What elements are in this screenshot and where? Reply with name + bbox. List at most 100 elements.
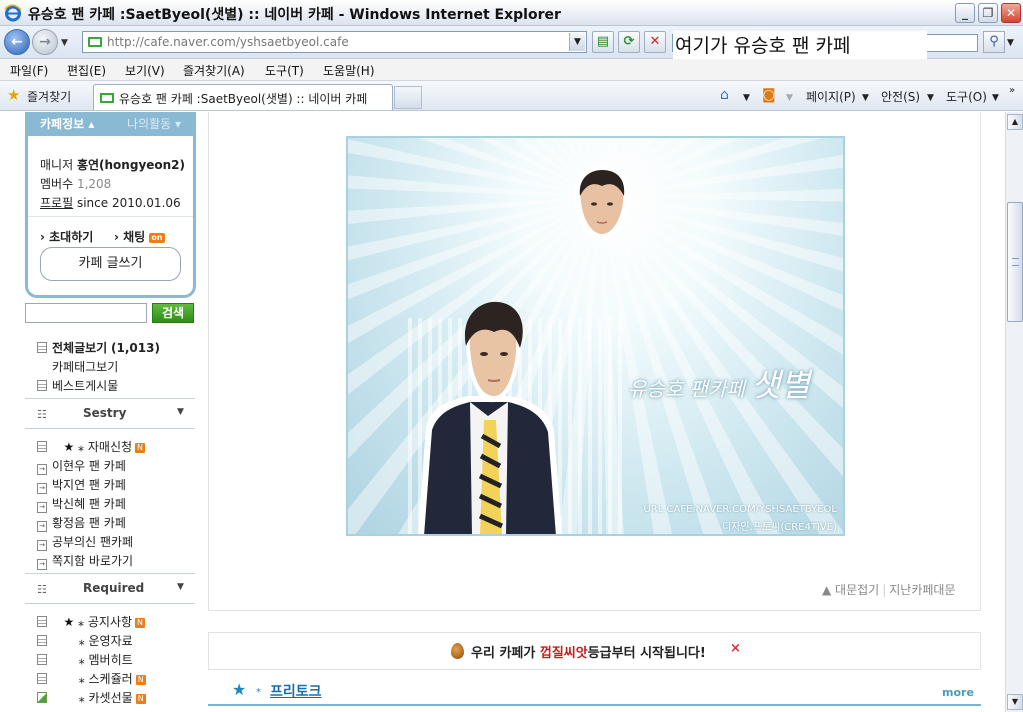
info-divider <box>28 216 193 217</box>
document-icon <box>37 673 47 684</box>
manager-name[interactable]: 홍연(hongyeon2) <box>77 158 185 172</box>
chat-link[interactable]: › 채팅 on <box>114 228 165 245</box>
recent-pages-dropdown[interactable]: ▼ <box>61 38 68 48</box>
write-post-button[interactable]: 카페 글쓰기 <box>40 247 181 281</box>
address-box[interactable]: ▼ <box>82 31 587 53</box>
board-item[interactable]: ⁎ 스케쥴러 N <box>37 670 146 687</box>
menu-file[interactable]: 파일(F) <box>10 62 48 79</box>
board-item[interactable]: ⁎ 멤버히트 <box>37 651 133 668</box>
tab-cafe-info[interactable]: 카페정보 ▴ <box>40 115 94 132</box>
star-icon: ★ <box>63 440 75 454</box>
tag-view-link[interactable]: 카페태그보기 <box>52 358 118 375</box>
safety-menu-dropdown[interactable]: ▼ <box>927 90 934 106</box>
stop-icon[interactable]: ✕ <box>644 31 666 53</box>
board-item[interactable]: → 박지연 팬 카페 <box>37 476 126 494</box>
toolbar-overflow-icon[interactable]: » <box>1009 83 1015 99</box>
group-required-header[interactable]: ☷ Required ▼ <box>25 574 195 604</box>
board-notice[interactable]: ★ ⁎ 공지사항 N <box>37 613 146 630</box>
divider <box>25 603 195 604</box>
board-item[interactable]: → 황정음 팬 카페 <box>37 514 126 532</box>
fold-banner-link[interactable]: ▲ 대문접기 <box>822 583 879 597</box>
tab-favicon-icon <box>100 93 114 103</box>
cafe-search-input[interactable] <box>25 303 147 323</box>
scroll-up-button[interactable]: ▲ <box>1007 114 1023 130</box>
link-icon: → <box>37 464 47 475</box>
banner-links: ▲ 대문접기 | 지난카페대문 <box>822 583 956 597</box>
window-titlebar: 유승호 팬 카페 :SaetByeol(샛별) :: 네이버 카페 - Wind… <box>0 0 1023 26</box>
chevron-down-icon: ▼ <box>177 407 184 417</box>
page-menu[interactable]: 페이지(P) <box>806 88 856 105</box>
invite-link[interactable]: › 초대하기 <box>40 228 93 245</box>
banner-credit: 디자인.프토씨(CRE4TIVE) <box>721 522 837 533</box>
rss-dropdown[interactable]: ▼ <box>786 90 793 106</box>
tab-my-activity[interactable]: 나의활동 ▾ <box>127 115 181 132</box>
search-icon[interactable]: ⚲ <box>983 31 1005 53</box>
tools-menu-dropdown[interactable]: ▼ <box>992 90 999 106</box>
minimize-button[interactable]: _ <box>955 3 975 23</box>
notice-message: 우리 카페가 껍질씨앗등급부터 시작됩니다! <box>471 646 706 661</box>
group-sestry-header[interactable]: ☷ Sestry ▼ <box>25 399 195 429</box>
home-icon[interactable]: ⌂ <box>720 87 729 103</box>
board-item[interactable]: → 박신혜 팬 카페 <box>37 495 126 513</box>
close-button[interactable]: ✕ <box>1001 3 1021 23</box>
banner-url: URL CAFE.NAVER.COM/YSHSAETBYEOL <box>643 504 837 515</box>
page-icon <box>88 37 102 47</box>
chevron-down-icon: ▼ <box>177 582 184 592</box>
new-tab-button[interactable] <box>394 86 422 109</box>
document-icon <box>37 635 47 646</box>
menu-edit[interactable]: 편집(E) <box>67 62 106 79</box>
refresh-icon[interactable]: ⟳ <box>618 31 640 53</box>
board-item[interactable]: → 이현우 팬 카페 <box>37 457 126 475</box>
menu-view[interactable]: 보기(V) <box>125 62 165 79</box>
chat-on-badge: on <box>149 232 165 243</box>
tools-menu[interactable]: 도구(O) <box>946 88 987 105</box>
rss-icon[interactable]: ◙ <box>762 87 776 103</box>
maximize-button[interactable]: ❐ <box>978 3 998 23</box>
page-menu-dropdown[interactable]: ▼ <box>862 90 869 106</box>
scroll-thumb[interactable] <box>1007 202 1023 322</box>
vertical-scrollbar[interactable]: ▲ ▼ <box>1005 112 1023 712</box>
forward-button[interactable]: → <box>32 29 58 55</box>
forward-arrow-icon: → <box>39 34 51 50</box>
member-count: 1,208 <box>76 177 112 191</box>
board-item[interactable]: → 공부의신 팬카페 <box>37 533 133 551</box>
home-dropdown[interactable]: ▼ <box>743 90 750 106</box>
search-options-dropdown[interactable]: ▼ <box>1007 38 1014 48</box>
board-title-link[interactable]: 프리토크 <box>270 681 322 701</box>
best-posts-link[interactable]: 베스트게시물 <box>37 377 118 394</box>
compatibility-view-icon[interactable]: ▤ <box>592 31 614 53</box>
cafe-search-button[interactable]: 검색 <box>152 303 194 323</box>
favorites-button[interactable]: 즐겨찾기 <box>27 88 71 105</box>
previous-banner-link[interactable]: 지난카페대문 <box>889 583 955 597</box>
address-input[interactable] <box>107 33 567 51</box>
since-date: since 2010.01.06 <box>76 196 181 210</box>
banner-brand: 유승호 팬카페 샛별 <box>628 366 811 404</box>
all-posts-link[interactable]: 전체글보기 (1,013) <box>37 339 160 356</box>
members-row: 멤버수 1,208 <box>40 177 112 191</box>
menu-tools[interactable]: 도구(T) <box>265 62 304 79</box>
safety-menu[interactable]: 안전(S) <box>881 88 920 105</box>
menu-bar: 파일(F) 편집(E) 보기(V) 즐겨찾기(A) 도구(T) 도움말(H) <box>0 59 1023 81</box>
scroll-down-button[interactable]: ▼ <box>1007 694 1023 710</box>
board-item[interactable]: → 쪽지함 바로가기 <box>37 552 133 570</box>
menu-favorites[interactable]: 즐겨찾기(A) <box>183 62 245 79</box>
group-icon: ☷ <box>37 408 47 421</box>
board-sister-apply[interactable]: ★ ⁎ 자매신청 N <box>37 438 146 455</box>
more-link[interactable]: more <box>942 686 974 699</box>
group-icon: ☷ <box>37 583 47 596</box>
profile-link[interactable]: 프로필 <box>40 196 73 210</box>
address-dropdown[interactable]: ▼ <box>569 33 585 51</box>
manager-row: 매니저 홍연(hongyeon2) <box>40 158 186 172</box>
notice-close-button[interactable]: × <box>730 641 741 656</box>
divider <box>25 428 195 429</box>
board-item[interactable]: ⁎ 카셋선물 N <box>37 689 146 706</box>
board-item[interactable]: ⁎ 운영자료 <box>37 632 133 649</box>
menu-help[interactable]: 도움말(H) <box>323 62 375 79</box>
document-icon <box>37 654 47 665</box>
new-badge: N <box>135 694 146 704</box>
window-title: 유승호 팬 카페 :SaetByeol(샛별) :: 네이버 카페 - Wind… <box>28 7 561 23</box>
tab-active[interactable]: 유승호 팬 카페 :SaetByeol(샛별) :: 네이버 카페 <box>93 84 393 110</box>
back-button[interactable]: ← <box>4 29 30 55</box>
cafe-banner[interactable]: 유승호 팬카페 샛별 URL CAFE.NAVER.COM/YSHSAETBYE… <box>346 136 845 536</box>
star-icon: ★ <box>232 680 247 699</box>
